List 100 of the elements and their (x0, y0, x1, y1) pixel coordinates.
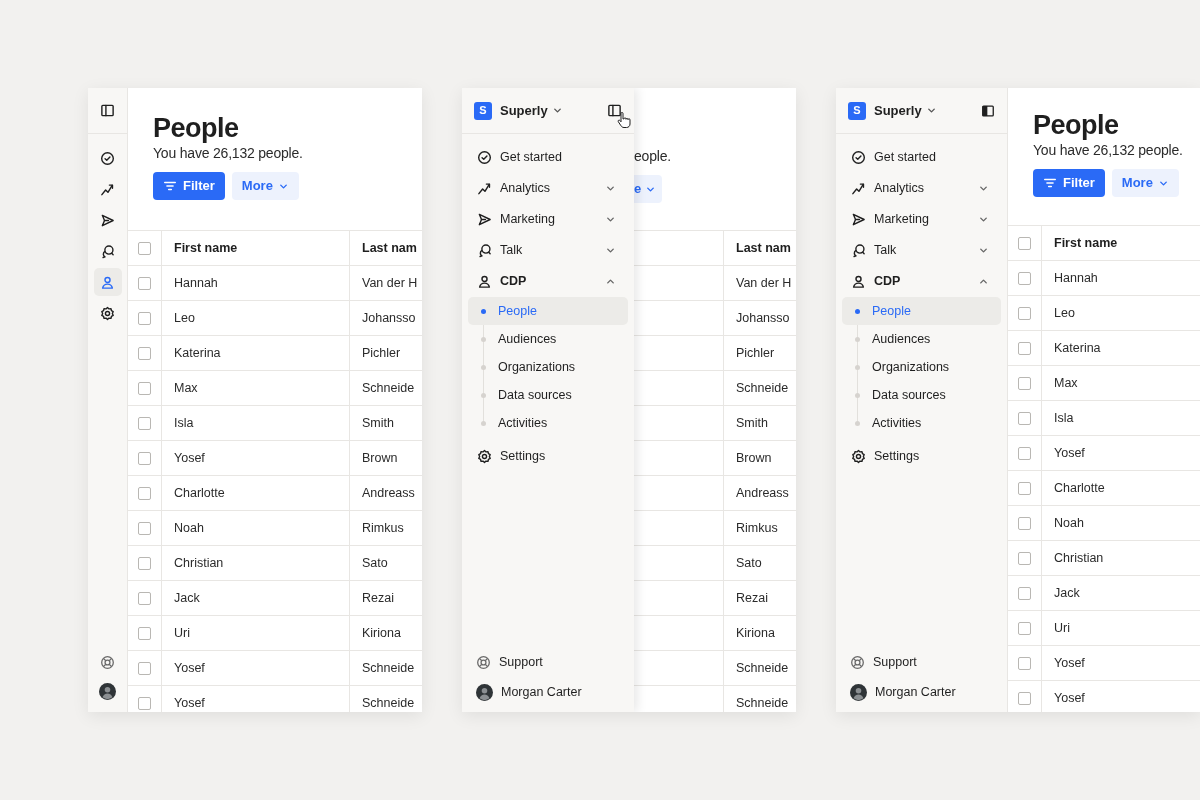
nav-item[interactable]: Get started (842, 142, 1001, 173)
avatar-icon (476, 683, 493, 701)
nav-item[interactable]: Analytics (468, 173, 628, 204)
checkbox[interactable] (1018, 306, 1031, 320)
nav-subitem[interactable]: Data sources (842, 381, 1001, 409)
nav-subitem[interactable]: Audiences (468, 325, 628, 353)
checkbox[interactable] (1018, 376, 1031, 390)
table-cell-text: Isla (174, 414, 194, 432)
table-cell-text: Katerina (174, 344, 221, 362)
nav-subitem[interactable]: Data sources (468, 381, 628, 409)
checkbox[interactable] (1018, 481, 1031, 495)
send-icon (851, 212, 866, 227)
checkbox[interactable] (138, 556, 151, 570)
nav-item[interactable]: CDP (468, 266, 628, 297)
filter-button[interactable]: Filter (153, 172, 225, 200)
checkbox[interactable] (138, 381, 151, 395)
nav-item[interactable]: Talk (842, 235, 1001, 266)
checkbox[interactable] (138, 311, 151, 325)
table-cell-text: Schneide (362, 694, 415, 712)
table-cell-text: Jack (174, 589, 200, 607)
nav-subitem[interactable]: Audiences (842, 325, 1001, 353)
checkbox[interactable] (1018, 586, 1031, 600)
check-circle-icon (100, 150, 115, 166)
column-header: Last nam (736, 239, 791, 257)
page-subtitle: You have 26,132 people. (153, 144, 304, 162)
send-icon (100, 212, 115, 228)
lifebuoy-icon (100, 655, 115, 670)
checkbox[interactable] (1018, 551, 1031, 565)
table-cell-text: Sato (362, 554, 388, 572)
table-cell-text: Yosef (174, 449, 205, 467)
filter-icon (1043, 176, 1057, 190)
lifebuoy-icon (476, 654, 491, 670)
checkbox[interactable] (1018, 691, 1031, 705)
page-title: People (1033, 109, 1120, 141)
nav-item[interactable]: Marketing (842, 204, 1001, 235)
nav-subitem[interactable]: People (468, 297, 628, 325)
more-button[interactable]: More (1111, 169, 1179, 197)
nav-subitem[interactable]: Organizations (468, 353, 628, 381)
person-icon (100, 274, 115, 290)
table-cell-text: Pichler (736, 344, 775, 362)
workspace-switcher[interactable]: Superly (874, 100, 937, 121)
user-menu[interactable]: Morgan Carter (468, 677, 628, 707)
checkbox[interactable] (138, 696, 151, 710)
workspace-switcher[interactable]: Superly (500, 100, 563, 121)
checkbox[interactable] (138, 626, 151, 640)
checkbox[interactable] (1018, 446, 1031, 460)
nav-subitem[interactable]: Organizations (842, 353, 1001, 381)
filter-button[interactable]: Filter (1033, 169, 1105, 197)
more-button[interactable]: e (634, 175, 662, 203)
nav-item[interactable]: Get started (468, 142, 628, 173)
checkbox[interactable] (1018, 236, 1031, 250)
checkbox[interactable] (1018, 656, 1031, 670)
user-menu[interactable]: Morgan Carter (842, 677, 1001, 707)
checkbox[interactable] (1018, 621, 1031, 635)
column-header: First name (1054, 234, 1118, 252)
table-cell-text: Hannah (174, 274, 218, 292)
gear-icon (851, 449, 866, 464)
nav-item[interactable]: Marketing (468, 204, 628, 235)
table-cell-text: Hannah (1054, 269, 1098, 287)
checkbox[interactable] (1018, 516, 1031, 530)
table-cell-text: Johansso (736, 309, 790, 327)
checkbox[interactable] (138, 591, 151, 605)
checkbox[interactable] (138, 276, 151, 290)
checkbox[interactable] (138, 241, 151, 255)
user-button[interactable] (99, 683, 116, 700)
chat-bubbles-icon (100, 243, 115, 259)
checkbox[interactable] (138, 416, 151, 430)
table-cell-text: Uri (1054, 619, 1070, 637)
person-icon (851, 274, 866, 289)
checkbox[interactable] (1018, 341, 1031, 355)
checkbox[interactable] (138, 661, 151, 675)
more-button[interactable]: More (231, 172, 299, 200)
checkbox[interactable] (138, 486, 151, 500)
table-cell-text: Schneide (362, 659, 415, 677)
support-link[interactable]: Support (842, 647, 1001, 677)
nav-subitem[interactable]: Activities (842, 409, 1001, 437)
sidebar-toggle[interactable] (981, 103, 995, 118)
nav-subitem[interactable]: People (842, 297, 1001, 325)
table-cell-text: Jack (1054, 584, 1080, 602)
checkbox[interactable] (138, 346, 151, 360)
column-header: First name (174, 239, 238, 257)
table-cell-text: Rezai (736, 589, 768, 607)
checkbox[interactable] (138, 521, 151, 535)
nav-item[interactable]: Talk (468, 235, 628, 266)
filter-icon (163, 179, 177, 193)
checkbox[interactable] (1018, 271, 1031, 285)
nav-item[interactable]: CDP (842, 266, 1001, 297)
checkbox[interactable] (138, 451, 151, 465)
page-subtitle: You have 26,132 people. (1033, 141, 1184, 159)
checkbox[interactable] (1018, 411, 1031, 425)
nav-subitem[interactable]: Activities (468, 409, 628, 437)
nav-item[interactable]: Analytics (842, 173, 1001, 204)
nav-item[interactable]: Settings (468, 441, 628, 472)
column-header: Last nam (362, 239, 417, 257)
nav-item[interactable]: Settings (842, 441, 1001, 472)
table-cell-text: Schneide (362, 379, 415, 397)
support-button[interactable] (100, 655, 115, 670)
table-cell-text: Johansso (362, 309, 416, 327)
support-link[interactable]: Support (468, 647, 628, 677)
table-cell-text: Noah (1054, 514, 1084, 532)
